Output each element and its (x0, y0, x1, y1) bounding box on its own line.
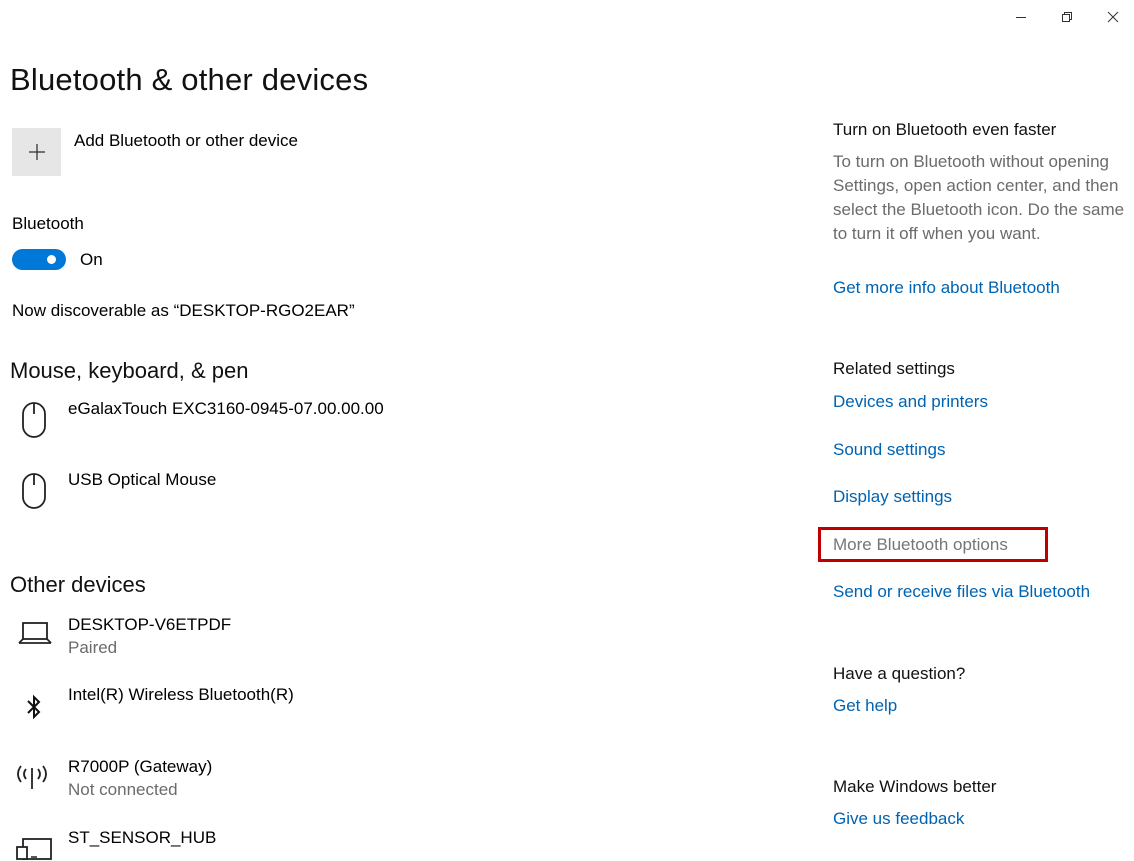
more-info-link[interactable]: Get more info about Bluetooth (833, 278, 1060, 298)
add-device-label[interactable]: Add Bluetooth or other device (74, 131, 298, 151)
feedback-heading: Make Windows better (833, 777, 997, 796)
toggle-knob (47, 255, 56, 264)
related-settings-heading: Related settings (833, 359, 955, 378)
display-settings-link[interactable]: Display settings (833, 487, 952, 507)
bluetooth-toggle[interactable] (12, 249, 66, 270)
mouse-icon (20, 400, 48, 440)
faster-description: To turn on Bluetooth without opening Set… (833, 152, 1125, 243)
device-status: Not connected (68, 780, 178, 799)
bluetooth-label: Bluetooth (12, 214, 84, 233)
other-section-title: Other devices (10, 572, 146, 597)
close-icon (1107, 11, 1119, 23)
minimize-icon (1016, 17, 1026, 18)
device-item-desktop-v6etpdf[interactable]: DESKTOP-V6ETPDF (68, 615, 231, 635)
wireless-icon (12, 759, 52, 791)
send-receive-files-link[interactable]: Send or receive files via Bluetooth (833, 582, 1090, 602)
device-item-r7000p[interactable]: R7000P (Gateway) (68, 757, 212, 777)
minimize-button[interactable] (998, 0, 1044, 34)
devices-printers-link[interactable]: Devices and printers (833, 392, 988, 412)
device-item-usb-mouse[interactable]: USB Optical Mouse (68, 470, 216, 490)
device-item-egalaxtouch[interactable]: eGalaxTouch EXC3160-0945-07.00.00.00 (68, 399, 384, 419)
restore-icon (1062, 12, 1072, 22)
add-device-button[interactable] (12, 128, 61, 176)
mouse-icon (20, 471, 48, 511)
device-status: Paired (68, 638, 118, 657)
toggle-state-label: On (80, 250, 103, 269)
more-bluetooth-options-link[interactable]: More Bluetooth options (833, 535, 1008, 555)
sound-settings-link[interactable]: Sound settings (833, 440, 945, 460)
give-feedback-link[interactable]: Give us feedback (833, 809, 964, 829)
sensor-device-icon (14, 835, 54, 861)
bluetooth-icon (24, 692, 44, 722)
device-item-intel-bluetooth[interactable]: Intel(R) Wireless Bluetooth(R) (68, 685, 294, 705)
discoverable-text: Now discoverable as “DESKTOP-RGO2EAR” (12, 301, 355, 320)
get-help-link[interactable]: Get help (833, 696, 897, 716)
device-item-st-sensor-hub[interactable]: ST_SENSOR_HUB (68, 828, 216, 848)
mouse-section-title: Mouse, keyboard, & pen (10, 358, 249, 383)
question-heading: Have a question? (833, 664, 966, 683)
faster-heading: Turn on Bluetooth even faster (833, 120, 1057, 139)
close-button[interactable] (1090, 0, 1134, 34)
laptop-icon (18, 620, 52, 646)
plus-icon (28, 144, 45, 160)
page-title: Bluetooth & other devices (10, 62, 369, 97)
restore-button[interactable] (1044, 0, 1090, 34)
